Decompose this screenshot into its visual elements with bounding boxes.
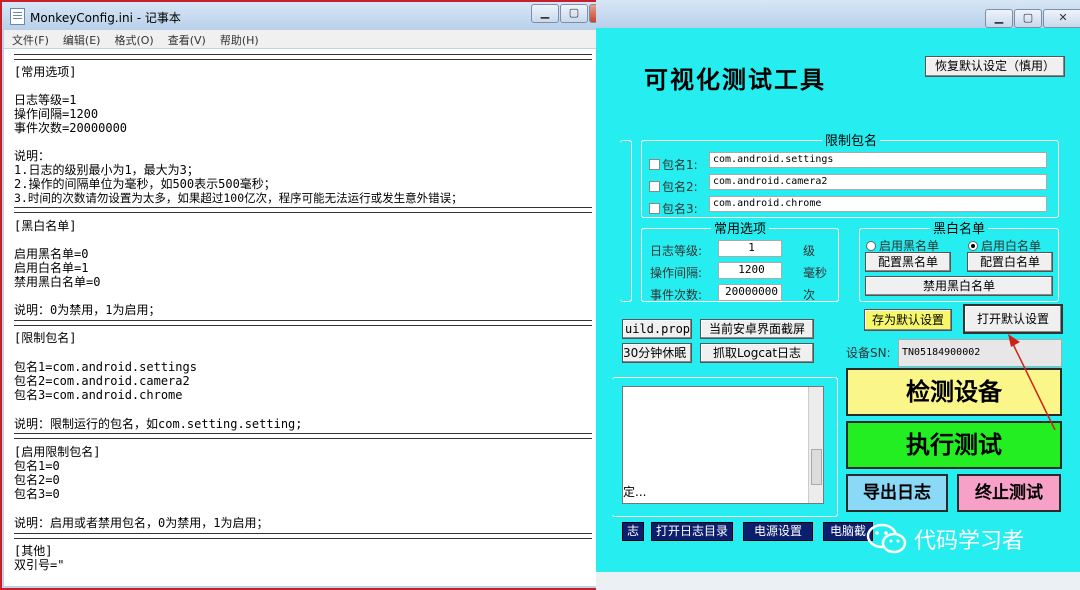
text-line: 1.日志的级别最小为1，最大为3； [14, 163, 199, 177]
notepad-icon [10, 8, 25, 25]
log-level-field[interactable]: 1 [718, 240, 782, 257]
export-log-button[interactable]: 导出日志 [846, 474, 948, 512]
text-line: 日志等级=1 [14, 93, 77, 107]
radio-blacklist-icon[interactable] [866, 241, 876, 251]
package1-field[interactable]: com.android.settings [709, 152, 1047, 168]
package3-label: 包名3: [662, 202, 698, 216]
sleep-button[interactable]: 30分钟休眠 [622, 343, 692, 363]
package2-field[interactable]: com.android.camera2 [709, 174, 1047, 190]
text-line: 禁用黑白名单=0 [14, 275, 101, 289]
notepad-title: MonkeyConfig.ini - 记事本 [30, 11, 181, 25]
annotation-arrow [1008, 334, 1056, 431]
wechat-icon [866, 522, 908, 556]
text-line: 说明：0为禁用，1为启用； [14, 303, 161, 317]
maximize-button[interactable]: ▢ [560, 4, 588, 23]
separator [14, 320, 592, 326]
text-line: 双引号=" [14, 558, 65, 572]
watermark-text: 代码学习者 [914, 529, 1025, 554]
log-text: 定... [623, 485, 647, 499]
package3-field[interactable]: com.android.chrome [709, 196, 1047, 212]
app-title: 可视化测试工具 [644, 65, 826, 94]
package1-checkbox[interactable] [649, 159, 660, 170]
text-area[interactable]: [常用选项] 日志等级=1 操作间隔=1200 事件次数=20000000 说明… [4, 49, 600, 586]
text-line: 启用黑名单=0 [14, 247, 89, 261]
text-line: 包名1=0 [14, 459, 60, 473]
text-line: 包名3=com.android.chrome [14, 388, 183, 402]
text-line: 说明：启用或者禁用包名，0为禁用，1为启用； [14, 516, 269, 530]
left-partial-group [620, 140, 632, 302]
section-header: [限制包名] [14, 331, 77, 345]
blackwhite-list-group-label: 黑白名单 [930, 218, 989, 237]
save-default-button[interactable]: 存为默认设置 [864, 309, 952, 331]
interval-field[interactable]: 1200 [718, 262, 782, 279]
log-scroll-thumb[interactable] [811, 449, 822, 485]
menu-bar: 文件(F) 编辑(E) 格式(O) 查看(V) 帮助(H) [4, 30, 618, 48]
interval-label: 操作间隔: [650, 266, 703, 280]
event-count-label: 事件次数: [650, 288, 703, 302]
separator [14, 207, 592, 213]
menu-view[interactable]: 查看(V) [160, 30, 212, 48]
section-header: [黑白名单] [14, 219, 77, 233]
event-count-field[interactable]: 20000000 [718, 284, 782, 301]
minimize-button[interactable]: ▁ [531, 4, 559, 23]
build-prop-button[interactable]: uild.prop [622, 319, 692, 339]
event-count-unit: 次 [803, 288, 816, 302]
notepad-titlebar[interactable]: MonkeyConfig.ini - 记事本 ▁ ▢ ✕ [2, 2, 629, 30]
section-header: [启用限制包名] [14, 445, 101, 459]
interval-unit: 毫秒 [803, 266, 828, 280]
radio-whitelist-label: 启用白名单 [981, 239, 1042, 253]
menu-format[interactable]: 格式(O) [106, 30, 159, 48]
disable-blackwhite-button[interactable]: 禁用黑白名单 [865, 276, 1053, 296]
restrict-package-group-label: 限制包名 [822, 130, 881, 149]
text-line: 启用白名单=1 [14, 261, 89, 275]
menu-help[interactable]: 帮助(H) [212, 30, 265, 48]
text-line: 包名1=com.android.settings [14, 360, 197, 374]
package2-checkbox[interactable] [649, 181, 660, 192]
separator [14, 433, 592, 439]
section-header: [其他] [14, 544, 53, 558]
section-header: [常用选项] [14, 65, 77, 79]
common-options-group-label: 常用选项 [711, 218, 770, 237]
text-line: 包名2=0 [14, 473, 60, 487]
power-settings-button[interactable]: 电源设置 [743, 522, 813, 541]
log-level-unit: 级 [803, 244, 816, 258]
text-line: 包名2=com.android.camera2 [14, 374, 190, 388]
separator [14, 533, 592, 539]
watermark: 代码学习者 [866, 522, 1024, 556]
radio-whitelist-icon[interactable] [968, 241, 978, 251]
text-line: 包名3=0 [14, 487, 60, 501]
text-line: 3.时间的次数请勿设置为太多，如果超过100亿次，程序可能无法运行或发生意外错误… [14, 191, 463, 205]
menu-file[interactable]: 文件(F) [4, 30, 55, 48]
notepad-window: MonkeyConfig.ini - 记事本 ▁ ▢ ✕ 文件(F)编辑(E)格… [0, 0, 629, 590]
radio-blacklist-label: 启用黑名单 [879, 239, 940, 253]
log-scrollbar[interactable] [808, 387, 823, 503]
screenshot-button[interactable]: 当前安卓界面截屏 [700, 319, 814, 339]
tool-maximize-button[interactable]: ▢ [1014, 9, 1042, 28]
text-line: 操作间隔=1200 [14, 107, 99, 121]
config-blacklist-button[interactable]: 配置黑名单 [865, 252, 951, 272]
open-log-dir-button[interactable]: 打开日志目录 [651, 522, 733, 541]
package1-label: 包名1: [662, 158, 698, 172]
restore-default-button[interactable]: 恢复默认设定（慎用） [925, 56, 1065, 77]
tool-bottom-strip [596, 572, 1080, 590]
log-level-label: 日志等级: [650, 244, 703, 258]
menu-edit[interactable]: 编辑(E) [55, 30, 107, 48]
text-line: 说明：限制运行的包名，如com.setting.setting; [14, 417, 303, 431]
text-line: 2.操作的间隔单位为毫秒，如500表示500毫秒； [14, 177, 276, 191]
tool-minimize-button[interactable]: ▁ [985, 9, 1013, 28]
tool-close-button[interactable]: ✕ [1043, 9, 1080, 28]
text-line: 说明： [14, 149, 51, 163]
log-button-partial[interactable]: 志 [622, 522, 644, 541]
log-textarea[interactable]: 定... [622, 386, 824, 504]
text-line: 事件次数=20000000 [14, 121, 128, 135]
separator [14, 54, 592, 60]
package3-checkbox[interactable] [649, 203, 660, 214]
device-sn-label: 设备SN: [846, 346, 891, 360]
stop-test-button[interactable]: 终止测试 [957, 474, 1061, 512]
tool-titlebar[interactable]: ▁ ▢ ✕ [596, 0, 1080, 28]
logcat-button[interactable]: 抓取Logcat日志 [700, 343, 814, 363]
config-whitelist-button[interactable]: 配置白名单 [967, 252, 1053, 272]
package2-label: 包名2: [662, 180, 698, 194]
